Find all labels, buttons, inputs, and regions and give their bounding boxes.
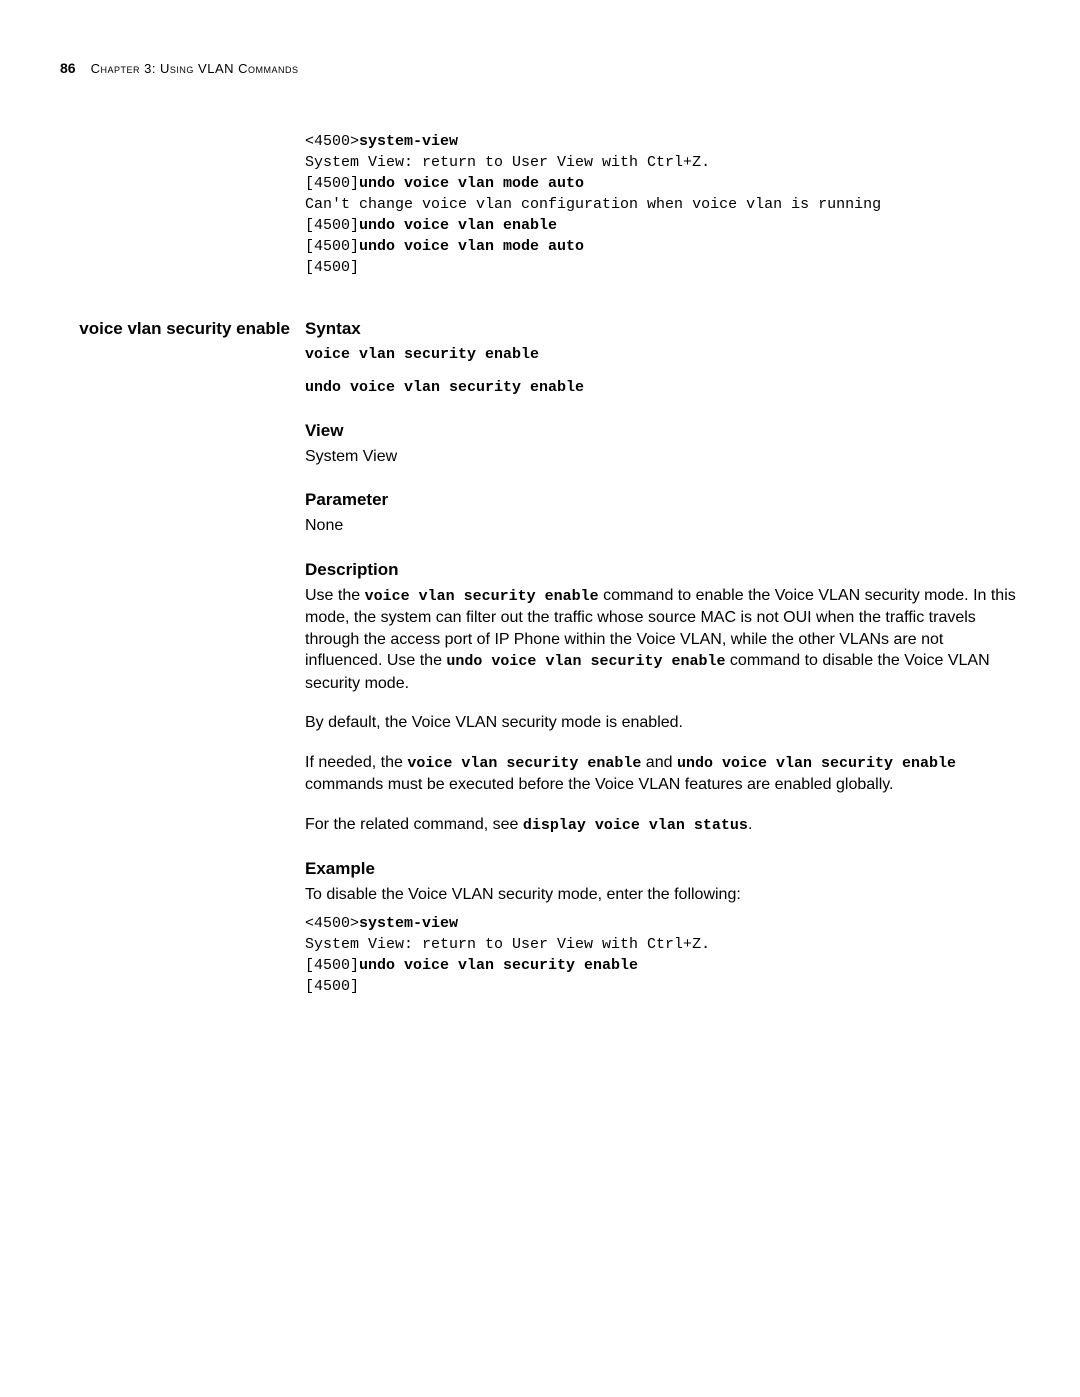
description-paragraph: If needed, the voice vlan security enabl… bbox=[305, 752, 1020, 796]
section-title-syntax: Syntax bbox=[305, 318, 1020, 341]
description-paragraph: For the related command, see display voi… bbox=[305, 814, 1020, 836]
description-paragraph: Use the voice vlan security enable comma… bbox=[305, 585, 1020, 694]
section-title-description: Description bbox=[305, 559, 1020, 582]
syntax-block: voice vlan security enable undo voice vl… bbox=[305, 344, 1020, 398]
section-title-example: Example bbox=[305, 858, 1020, 881]
side-heading: voice vlan security enable bbox=[60, 318, 290, 340]
page-number: 86 bbox=[60, 60, 76, 76]
syntax-line: voice vlan security enable bbox=[305, 344, 1020, 365]
parameter-text: None bbox=[305, 515, 1020, 537]
description-paragraph: By default, the Voice VLAN security mode… bbox=[305, 712, 1020, 734]
page-header: 86 Chapter 3: Using VLAN Commands bbox=[60, 60, 1020, 76]
view-text: System View bbox=[305, 446, 1020, 468]
section-title-parameter: Parameter bbox=[305, 489, 1020, 512]
code-block-example: <4500>system-view System View: return to… bbox=[305, 913, 1020, 997]
code-block-top: <4500>system-view System View: return to… bbox=[305, 131, 1020, 278]
syntax-line: undo voice vlan security enable bbox=[305, 377, 1020, 398]
chapter-label: Chapter 3: Using VLAN Commands bbox=[91, 61, 299, 76]
example-intro: To disable the Voice VLAN security mode,… bbox=[305, 884, 1020, 906]
section-title-view: View bbox=[305, 420, 1020, 443]
